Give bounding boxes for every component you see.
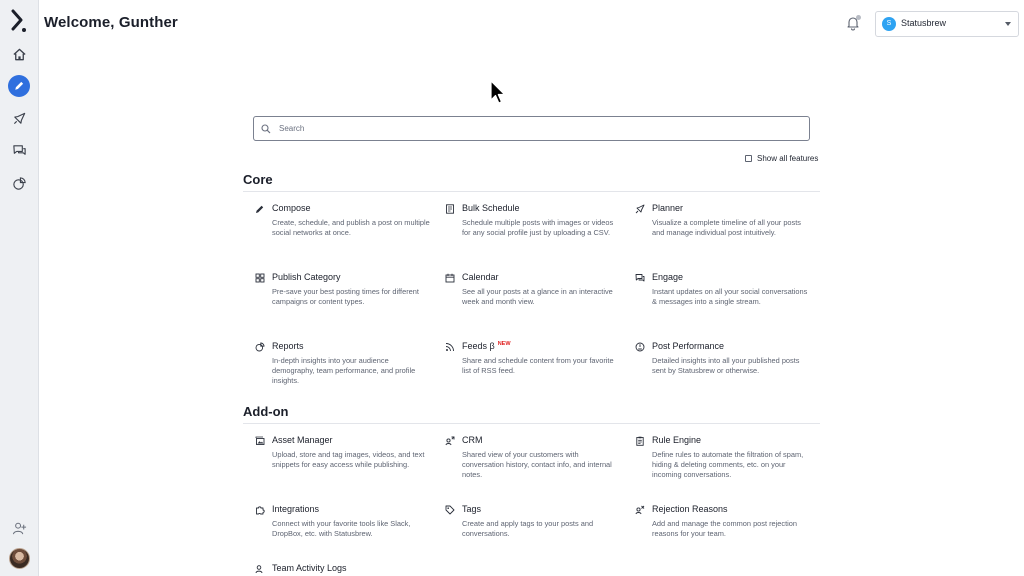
feature-name: Engage	[652, 272, 684, 282]
show-all-features-label: Show all features	[757, 154, 819, 163]
search-icon	[261, 124, 271, 134]
divider	[243, 191, 820, 192]
image-icon	[255, 436, 265, 445]
feature-description: In-depth insights into your audience dem…	[272, 356, 416, 385]
feature-name: Compose	[272, 203, 311, 213]
clipboard-icon	[636, 436, 644, 446]
divider	[243, 423, 820, 424]
feature-name: Post Performance	[652, 341, 725, 351]
feature-description: See all your posts at a glance in an int…	[462, 287, 613, 306]
feature-name: Rejection Reasons	[652, 504, 728, 514]
feature-description: Instant updates on all your social conve…	[652, 287, 808, 306]
account-avatar: S	[882, 17, 896, 31]
feature-description: Pre-save your best posting times for dif…	[272, 287, 419, 306]
feature-description: Upload, store and tag images, videos, an…	[272, 450, 425, 469]
feature-description: Create and apply tags to your posts and …	[462, 519, 594, 538]
feature-description: Schedule multiple posts with images or v…	[462, 218, 614, 237]
document-icon	[446, 204, 454, 214]
section-title-addon: Add-on	[243, 404, 289, 419]
sidebar-item-engage[interactable]	[7, 138, 31, 162]
search-input[interactable]	[279, 117, 799, 140]
chat-icon	[12, 144, 26, 155]
feature-name: Team Activity Logs	[272, 563, 347, 573]
feature-description: Detailed insights into all your publishe…	[652, 356, 800, 375]
pie-chart-icon	[255, 342, 265, 352]
puzzle-icon	[256, 506, 265, 515]
pencil-icon	[256, 205, 264, 213]
page-title: Welcome, Gunther	[44, 14, 178, 31]
activity-icon	[255, 565, 263, 574]
feature-name: Integrations	[272, 504, 320, 514]
notification-dot	[856, 15, 861, 20]
feature-name: Asset Manager	[272, 435, 333, 445]
feature-name: Rule Engine	[652, 435, 702, 445]
crm-icon	[445, 436, 455, 446]
calendar-icon	[445, 273, 455, 283]
feature-description: Add and manage the common post rejection…	[652, 519, 798, 538]
feature-name: Planner	[652, 203, 684, 213]
chevron-down-icon	[1005, 22, 1011, 26]
search-bar	[253, 116, 810, 141]
rocket-icon	[13, 112, 25, 124]
section-title-core: Core	[243, 172, 273, 187]
feature-name: Feeds β NEW	[462, 341, 511, 351]
feature-name: Reports	[272, 341, 304, 351]
sidebar-item-compose[interactable]	[8, 75, 30, 97]
feature-name: Calendar	[462, 272, 499, 282]
gauge-icon	[635, 342, 645, 352]
rss-icon	[445, 343, 454, 352]
statusbrew-logo[interactable]	[10, 9, 30, 35]
account-switcher[interactable]: S Statusbrew	[875, 11, 1019, 37]
sidebar-item-publish[interactable]	[7, 106, 31, 130]
feature-description: Create, schedule, and publish a post on …	[272, 218, 430, 237]
rocket-icon	[635, 204, 645, 214]
sidebar	[0, 0, 39, 576]
sidebar-item-invite-user[interactable]	[7, 516, 31, 540]
feature-name-text: Feeds β	[462, 341, 495, 351]
account-name: Statusbrew	[901, 18, 947, 28]
feature-name: Publish Category	[272, 272, 341, 282]
tag-icon	[445, 505, 455, 515]
sidebar-item-reports[interactable]	[7, 171, 31, 195]
feature-description: Shared view of your customers with conve…	[462, 450, 612, 479]
checkbox[interactable]	[745, 155, 752, 162]
avatar[interactable]	[9, 548, 30, 569]
feature-description: Connect with your favorite tools like Sl…	[272, 519, 411, 538]
mouse-cursor-icon	[490, 80, 506, 104]
feature-name: Tags	[462, 504, 482, 514]
grid-icon	[255, 273, 265, 283]
sidebar-item-home[interactable]	[7, 42, 31, 66]
reject-user-icon	[635, 505, 645, 515]
feature-description: Share and schedule content from your fav…	[462, 356, 614, 375]
pencil-icon	[15, 81, 24, 90]
show-all-features-checkbox[interactable]: Show all features	[745, 154, 818, 163]
feature-description: Define rules to automate the filtration …	[652, 450, 804, 479]
new-badge: NEW	[497, 341, 511, 347]
chat-icon	[635, 274, 645, 282]
home-icon	[12, 48, 26, 60]
feature-name: CRM	[462, 435, 483, 445]
feature-name: Bulk Schedule	[462, 203, 520, 213]
pie-chart-icon	[12, 176, 26, 190]
add-user-icon	[12, 522, 26, 534]
feature-description: Visualize a complete timeline of all you…	[652, 218, 801, 237]
